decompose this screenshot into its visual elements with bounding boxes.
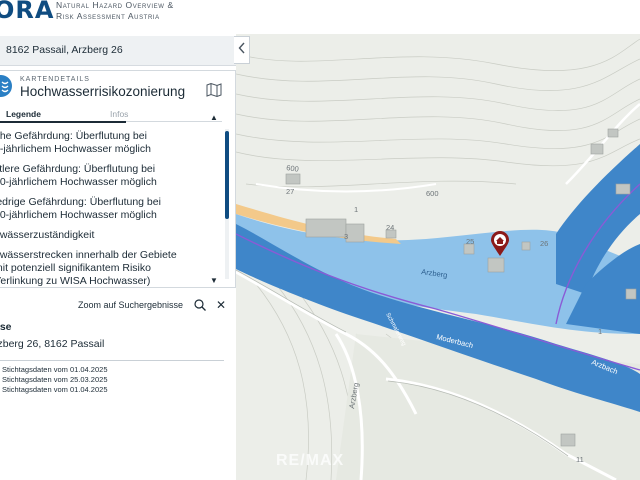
tab-legende[interactable]: Legende [6, 109, 41, 119]
card-title: Hochwasserrisikozonierung [20, 84, 186, 99]
contour-label-600b: 600 [426, 189, 439, 198]
house-number-1: 1 [354, 205, 358, 214]
card-header: KARTENDETAILS Hochwasserrisikozonierung [0, 71, 234, 107]
tab-divider [126, 121, 222, 122]
close-icon[interactable]: ✕ [216, 298, 226, 312]
search-icon[interactable] [193, 298, 207, 312]
address-heading: sse [0, 321, 12, 333]
address-value: rzberg 26, 8162 Passail [0, 338, 105, 350]
map-canvas[interactable]: 600 600 27 1 3 24 25 26 11 1 Arzberg Mod… [236, 34, 640, 480]
scroll-down-icon[interactable]: ▼ [210, 276, 218, 285]
house-number-24: 24 [386, 223, 394, 232]
stamp-line: Stichtagsdaten vom 01.04.2025 [2, 385, 108, 394]
card-kicker: KARTENDETAILS [20, 76, 90, 83]
search-input[interactable]: 8162 Passail, Arzberg 26 [6, 44, 123, 56]
house-number-11: 11 [576, 455, 584, 464]
results-divider [0, 360, 224, 361]
zoom-to-results-label[interactable]: Zoom auf Suchergebnisse [78, 300, 183, 310]
location-marker-icon[interactable] [490, 231, 510, 257]
chevron-left-icon [238, 41, 246, 59]
app-tagline: Natural Hazard Overview & Risk Assessmen… [56, 0, 174, 22]
tagline-line-1: Natural Hazard Overview & [56, 0, 174, 10]
house-number-27: 27 [286, 187, 294, 196]
zoom-row: Zoom auf Suchergebnisse ✕ [0, 298, 236, 314]
contour-label-600a: 600 [286, 163, 300, 174]
legend-item: 0-jährlichem Hochwasser möglich [0, 143, 151, 155]
app-logo[interactable]: ORA [0, 0, 54, 24]
legend-item: ewässerstrecken innerhalb der Gebiete [0, 249, 177, 261]
tab-infos[interactable]: Infos [110, 109, 128, 119]
map-icon[interactable] [206, 82, 222, 98]
tagline-line-2: Risk Assessment Austria [56, 11, 160, 21]
flood-layer-icon [0, 75, 12, 97]
side-panel: 8162 Passail, Arzberg 26 KARTENDETAILS H… [0, 34, 236, 480]
legend-item: iedrige Gefährdung: Überflutung bei [0, 196, 161, 208]
map-view[interactable]: 600 600 27 1 3 24 25 26 11 1 Arzberg Mod… [236, 34, 640, 480]
house-number-25: 25 [466, 237, 474, 246]
house-number-3: 3 [344, 232, 348, 241]
legend-scroll-thumb[interactable] [225, 131, 229, 219]
collapse-panel-button[interactable] [234, 36, 250, 64]
stamp-line: Stichtagsdaten vom 01.04.2025 [2, 365, 108, 374]
legend-item: ohe Gefährdung: Überflutung bei [0, 130, 147, 142]
stamp-line: Stichtagsdaten vom 25.03.2025 [2, 375, 108, 384]
legend-item: 00-jährlichem Hochwasser möglich [0, 209, 157, 221]
legend-list: ohe Gefährdung: Überflutung bei 0-jährli… [0, 126, 222, 286]
legend-item: 00-jährlichem Hochwasser möglich [0, 176, 157, 188]
search-bar[interactable]: 8162 Passail, Arzberg 26 [0, 36, 236, 66]
remax-watermark: RE/MAX [276, 452, 345, 469]
legend-item: ittlere Gefährdung: Überflutung bei [0, 163, 156, 175]
legend-item: mit potenziell signifikantem Risiko [0, 262, 151, 274]
legend-item: Verlinkung zu WISA Hochwasser) [0, 275, 151, 286]
legend-item: ewässerzuständigkeit [0, 229, 95, 241]
scroll-up-icon[interactable]: ▲ [210, 113, 218, 122]
house-number-26: 26 [540, 239, 548, 248]
house-number-1b: 1 [598, 327, 602, 336]
active-tab-indicator [0, 121, 126, 123]
map-details-card: KARTENDETAILS Hochwasserrisikozonierung … [0, 70, 236, 288]
app-header: ORA Natural Hazard Overview & Risk Asses… [0, 0, 640, 34]
